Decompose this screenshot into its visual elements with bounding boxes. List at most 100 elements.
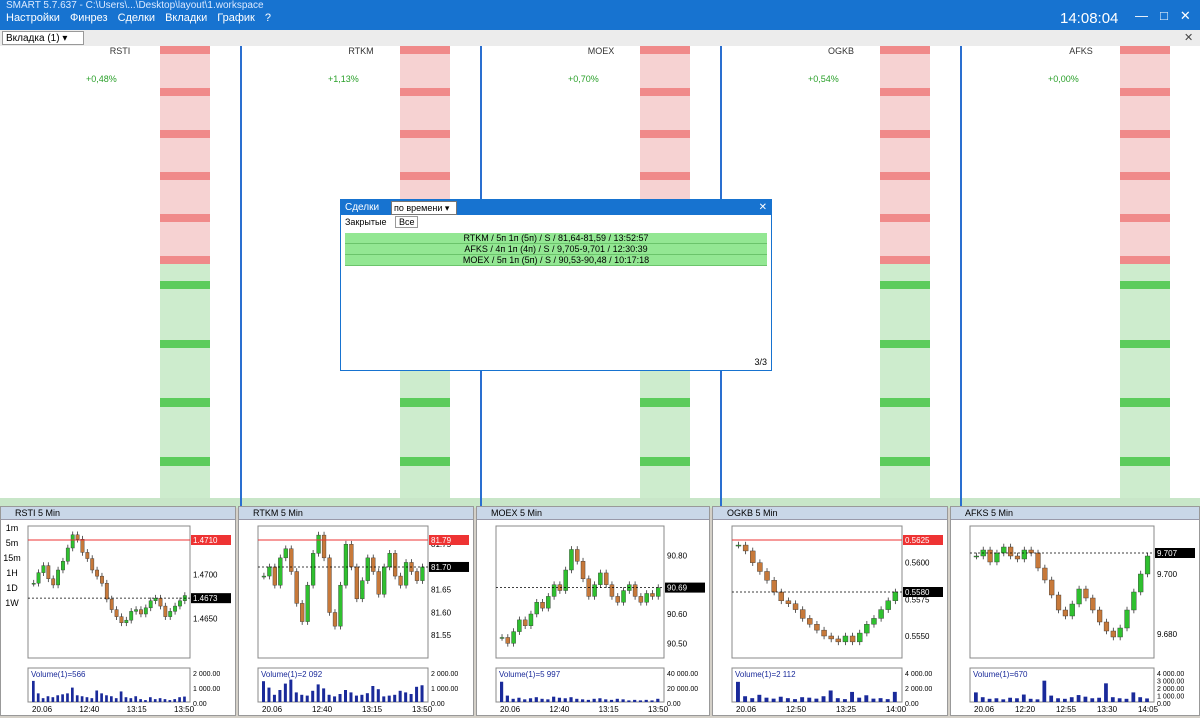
ladder-row[interactable] <box>1120 356 1170 365</box>
ladder-row[interactable] <box>1120 322 1170 332</box>
ladder-row[interactable] <box>880 146 930 156</box>
ladder-row[interactable] <box>1120 331 1170 340</box>
ladder-row[interactable] <box>160 322 210 332</box>
ladder-row[interactable] <box>400 155 450 164</box>
ladder-row[interactable] <box>400 406 450 416</box>
ladder-row[interactable] <box>640 440 690 449</box>
ladder-row[interactable] <box>400 457 450 466</box>
ladder-row[interactable] <box>160 222 210 231</box>
ladder-row[interactable] <box>1120 431 1170 441</box>
ladder-row[interactable] <box>1120 62 1170 72</box>
ladder-row[interactable] <box>1120 473 1170 483</box>
ladder-row[interactable] <box>400 129 450 139</box>
ladder-row[interactable] <box>400 473 450 483</box>
ladder-row[interactable] <box>880 62 930 72</box>
ladder-row[interactable] <box>1120 238 1170 248</box>
ladder-row[interactable] <box>1120 180 1170 189</box>
ladder-row[interactable] <box>400 381 450 391</box>
ladder-row[interactable] <box>400 171 450 181</box>
ladder-row[interactable] <box>1120 171 1170 181</box>
ladder-row[interactable] <box>1120 364 1170 374</box>
ladder-row[interactable] <box>640 104 690 114</box>
ladder-row[interactable] <box>160 146 210 156</box>
ladder-row[interactable] <box>400 104 450 114</box>
ladder-row[interactable] <box>400 138 450 147</box>
ladder-row[interactable] <box>640 129 690 139</box>
ladder-row[interactable] <box>880 482 930 491</box>
ladder-row[interactable] <box>1120 213 1170 223</box>
ladder-row[interactable] <box>1120 113 1170 122</box>
tab-closed[interactable]: Закрытые <box>345 217 386 227</box>
ladder-row[interactable] <box>640 423 690 432</box>
ladder-row[interactable] <box>160 155 210 164</box>
ladder-row[interactable] <box>880 289 930 298</box>
menu-settings[interactable]: Настройки <box>6 12 60 24</box>
ladder-row[interactable] <box>160 247 210 256</box>
ladder-row[interactable] <box>1120 54 1170 63</box>
close-icon[interactable]: ✕ <box>759 200 767 215</box>
ladder-row[interactable] <box>880 71 930 80</box>
price-ladder[interactable] <box>880 46 930 508</box>
chart-window-4[interactable]: AFKS 5 Min 9.700 9.680 9.707 Volume(1)=670 4 … <box>950 506 1200 716</box>
ladder-row[interactable] <box>640 121 690 130</box>
price-ladder[interactable] <box>160 46 210 508</box>
ladder-row[interactable] <box>640 46 690 55</box>
ladder-row[interactable] <box>160 364 210 374</box>
ladder-row[interactable] <box>160 448 210 458</box>
ladder-row[interactable] <box>160 197 210 206</box>
ladder-row[interactable] <box>880 390 930 399</box>
ladder-row[interactable] <box>400 54 450 63</box>
ladder-row[interactable] <box>400 448 450 458</box>
ladder-row[interactable] <box>160 272 210 281</box>
ladder-row[interactable] <box>160 457 210 466</box>
ladder-row[interactable] <box>1120 406 1170 416</box>
ladder-row[interactable] <box>400 188 450 198</box>
ladder-row[interactable] <box>1120 297 1170 307</box>
tab-main[interactable]: Вкладка (1) ▾ <box>2 31 84 45</box>
ladder-row[interactable] <box>640 381 690 391</box>
ladder-row[interactable] <box>160 87 210 97</box>
ladder-row[interactable] <box>640 431 690 441</box>
ladder-row[interactable] <box>160 373 210 382</box>
ladder-row[interactable] <box>640 79 690 88</box>
ladder-row[interactable] <box>160 121 210 130</box>
ladder-row[interactable] <box>160 46 210 55</box>
ladder-row[interactable] <box>160 104 210 114</box>
ladder-row[interactable] <box>880 348 930 357</box>
ladder-row[interactable] <box>160 415 210 424</box>
ladder-row[interactable] <box>1120 197 1170 206</box>
ladder-row[interactable] <box>160 390 210 399</box>
ladder-row[interactable] <box>160 138 210 147</box>
menu-finrez[interactable]: Финрез <box>70 12 108 24</box>
ladder-row[interactable] <box>880 121 930 130</box>
ladder-row[interactable] <box>880 356 930 365</box>
ladder-row[interactable] <box>400 87 450 97</box>
ladder-row[interactable] <box>160 163 210 172</box>
ladder-row[interactable] <box>640 457 690 466</box>
price-ladder[interactable] <box>1120 46 1170 508</box>
ladder-row[interactable] <box>400 146 450 156</box>
ladder-row[interactable] <box>1120 155 1170 164</box>
ladder-row[interactable] <box>160 230 210 239</box>
ladder-row[interactable] <box>880 171 930 181</box>
deal-row[interactable]: AFKS / 4п 1п (4п) / S / 9,705-9,701 / 12… <box>345 244 767 255</box>
ladder-row[interactable] <box>640 71 690 80</box>
ladder-row[interactable] <box>400 113 450 122</box>
ladder-row[interactable] <box>160 62 210 72</box>
ladder-row[interactable] <box>1120 457 1170 466</box>
tab-close-icon[interactable]: ✕ <box>1184 31 1193 44</box>
ladder-row[interactable] <box>160 171 210 181</box>
ladder-row[interactable] <box>880 431 930 441</box>
menu-chart[interactable]: График <box>217 12 255 24</box>
ladder-row[interactable] <box>880 96 930 105</box>
ladder-row[interactable] <box>1120 230 1170 239</box>
maximize-icon[interactable]: □ <box>1160 8 1168 24</box>
ladder-row[interactable] <box>400 46 450 55</box>
ladder-row[interactable] <box>880 331 930 340</box>
chart-window-0[interactable]: RSTI 5 Min 1m 5m 15m 1H 1D 1W 1.4700 1.4650 1.467… <box>0 506 236 716</box>
ladder-row[interactable] <box>640 390 690 399</box>
ladder-row[interactable] <box>1120 423 1170 432</box>
ladder-row[interactable] <box>400 79 450 88</box>
ladder-row[interactable] <box>640 473 690 483</box>
ladder-row[interactable] <box>160 238 210 248</box>
